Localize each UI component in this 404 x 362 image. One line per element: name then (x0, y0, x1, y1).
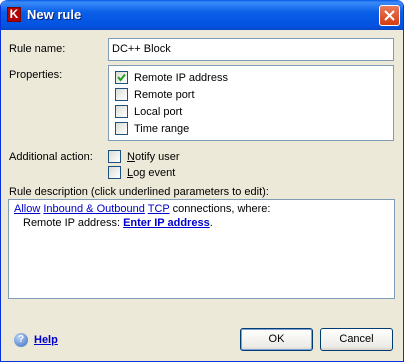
new-rule-dialog: K New rule Rule name: DC++ Block Propert… (0, 0, 404, 362)
help-icon[interactable]: ? (14, 333, 28, 347)
property-remote-port[interactable]: Remote port (115, 88, 195, 101)
close-button[interactable] (379, 5, 400, 26)
property-label: Remote port (134, 88, 195, 101)
property-label: Remote IP address (134, 71, 228, 84)
notify-user-label: Notify user (127, 151, 180, 163)
rule-name-input[interactable]: DC++ Block (108, 38, 394, 61)
log-event-checkbox[interactable] (108, 166, 121, 179)
notify-user-rest: otify user (134, 150, 180, 163)
direction-link[interactable]: Inbound & Outbound (43, 203, 145, 215)
window-title: New rule (27, 7, 82, 22)
property-remote-ip-address[interactable]: Remote IP address (115, 71, 228, 84)
checkmark-icon (117, 73, 126, 82)
notify-user-option[interactable]: Notify user (108, 150, 180, 163)
time-range-checkbox[interactable] (115, 122, 128, 135)
properties-list: Remote IP address Remote port Local port… (108, 65, 394, 141)
help-link[interactable]: Help (34, 334, 58, 346)
log-event-label: Log event (127, 167, 175, 179)
kaspersky-app-icon: K (7, 7, 21, 22)
description-line-1: Allow Inbound & Outbound TCP connections… (14, 203, 270, 215)
connections-text: connections, where: (172, 203, 271, 215)
log-event-option[interactable]: Log event (108, 166, 175, 179)
log-event-rest: og event (133, 166, 176, 179)
notify-user-checkbox[interactable] (108, 150, 121, 163)
property-local-port[interactable]: Local port (115, 105, 182, 118)
rule-name-value: DC++ Block (112, 43, 171, 55)
title-bar[interactable]: K New rule (1, 0, 403, 30)
remote-ip-checkbox[interactable] (115, 71, 128, 84)
property-label: Time range (134, 122, 190, 135)
property-time-range[interactable]: Time range (115, 122, 189, 135)
description-line-2: Remote IP address: Enter IP address. (23, 217, 213, 229)
notify-user-accel: N (127, 150, 135, 163)
rule-name-label: Rule name: (9, 43, 66, 55)
line-2-suffix: . (209, 217, 213, 229)
property-label: Local port (134, 105, 183, 118)
protocol-link[interactable]: TCP (148, 203, 170, 215)
rule-description-label: Rule description (click underlined param… (9, 186, 269, 198)
cancel-button[interactable]: Cancel (320, 328, 393, 351)
rule-description-box: Allow Inbound & Outbound TCP connections… (8, 199, 395, 299)
close-icon (384, 10, 395, 21)
additional-action-label: Additional action: (9, 151, 93, 163)
enter-ip-address-link[interactable]: Enter IP address (123, 217, 210, 229)
ok-button[interactable]: OK (240, 328, 313, 351)
allow-link[interactable]: Allow (14, 203, 40, 215)
properties-label: Properties: (9, 69, 63, 81)
local-port-checkbox[interactable] (115, 105, 128, 118)
remote-port-checkbox[interactable] (115, 88, 128, 101)
remote-ip-prefix: Remote IP address: (23, 217, 121, 229)
